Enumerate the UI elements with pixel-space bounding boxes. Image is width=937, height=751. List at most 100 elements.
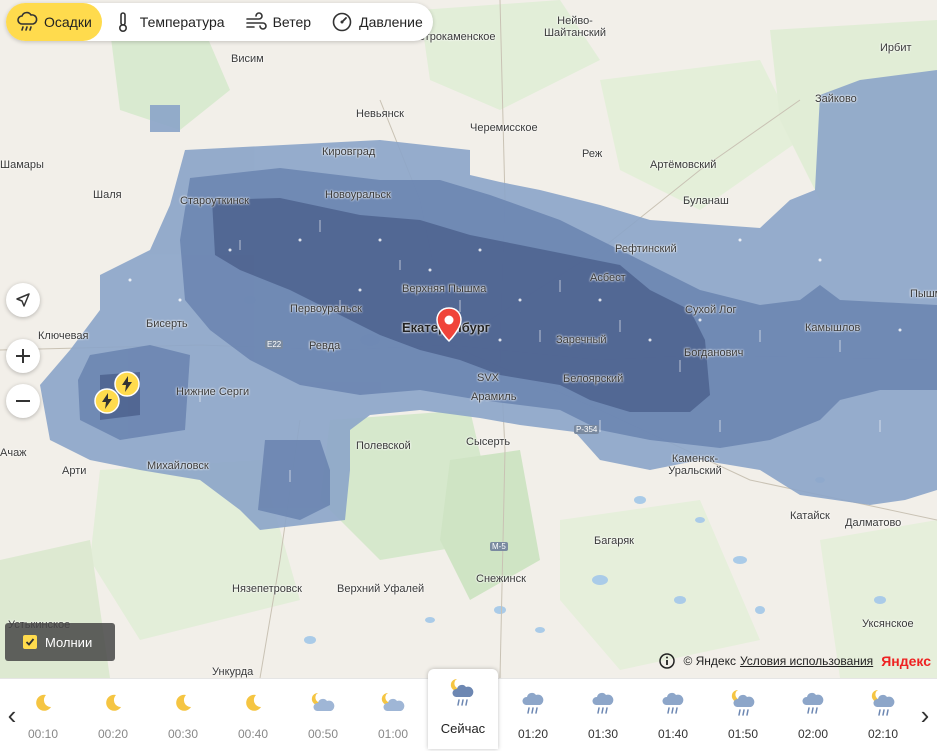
layer-pressure[interactable]: Давление: [321, 3, 433, 41]
place-label: Ключевая: [38, 330, 89, 342]
place-label: Нязепетровск: [232, 583, 302, 595]
place-label: Артёмовский: [650, 159, 717, 171]
timeline-slot[interactable]: 01:30: [568, 679, 638, 751]
yandex-logo: Яндекс: [881, 653, 931, 669]
place-label: Бисерть: [146, 318, 188, 330]
moon-icon: [242, 685, 264, 721]
road-label: E22: [265, 340, 284, 349]
lightning-bolt-icon: [94, 388, 120, 414]
place-label: Асбест: [590, 272, 626, 284]
minus-icon: [16, 400, 30, 402]
slot-time: 01:50: [727, 727, 759, 741]
place-label: Снежинск: [476, 573, 526, 585]
layer-label: Давление: [359, 14, 423, 30]
moon-cloud-icon: [379, 685, 407, 721]
rain-cloud-icon: [16, 11, 38, 33]
chevron-right-icon: ›: [920, 699, 930, 730]
zoom-out-button[interactable]: [6, 384, 40, 418]
timeline-slot[interactable]: 01:40: [638, 679, 708, 751]
place-label: Реж: [582, 148, 603, 160]
zoom-in-button[interactable]: [6, 339, 40, 373]
slot-time: 00:40: [237, 727, 269, 741]
place-label: Рефтинский: [615, 243, 677, 255]
slot-time: 01:00: [377, 727, 409, 741]
layer-label: Осадки: [44, 14, 92, 30]
location-pin-icon: [436, 307, 462, 343]
checkbox-checked-icon[interactable]: [23, 635, 37, 649]
slot-time: 00:20: [97, 727, 129, 741]
map-canvas: [0, 0, 937, 678]
place-label: Белоярский: [563, 373, 624, 385]
place-label: Верхняя Пышма: [402, 283, 487, 295]
slot-time: 02:00: [797, 727, 829, 741]
info-icon[interactable]: [659, 653, 676, 669]
place-label: Каменск-Уральский: [668, 453, 722, 477]
timeline-slot[interactable]: 00:40: [218, 679, 288, 751]
moon-cloud-rain-icon: [869, 685, 897, 721]
timeline-slot[interactable]: 01:50: [708, 679, 778, 751]
timeline-slot[interactable]: 01:20: [498, 679, 568, 751]
geolocation-button[interactable]: [6, 283, 40, 317]
place-label: Новоуральск: [325, 189, 391, 201]
place-label: Нижние Серги: [176, 386, 250, 398]
place-label: Первоуральск: [290, 303, 362, 315]
road-label: Р-354: [574, 425, 600, 434]
slot-time: 00:50: [307, 727, 339, 741]
layer-label: Ветер: [272, 14, 312, 30]
place-label: Зайково: [815, 93, 857, 105]
copyright-text: © Яндекс: [683, 654, 736, 668]
thermometer-icon: [112, 11, 134, 33]
moon-cloud-rain-icon: [448, 675, 478, 711]
slot-time: 01:20: [517, 727, 549, 741]
timeline-slot[interactable]: 01:00: [358, 679, 428, 751]
place-label: Полевской: [356, 440, 411, 452]
slot-time: 00:30: [167, 727, 199, 741]
place-label: Висим: [231, 53, 264, 65]
terms-link[interactable]: Условия использования: [740, 654, 873, 668]
slot-time: 01:40: [657, 727, 689, 741]
timeline-slot[interactable]: 00:10: [8, 679, 78, 751]
place-label: Буланаш: [683, 195, 729, 207]
place-label: Ревда: [309, 340, 341, 352]
place-label: Сухой Лог: [685, 304, 737, 316]
place-label: Шаля: [93, 189, 122, 201]
road-label: M-5: [490, 542, 508, 551]
timeline: ‹ 00:10 00:20 00:30 00:40 00:50 01:00 Се…: [0, 669, 937, 751]
moon-icon: [102, 685, 124, 721]
cloud-rain-icon: [519, 685, 547, 721]
moon-cloud-icon: [309, 685, 337, 721]
moon-icon: [172, 685, 194, 721]
lightning-toggle[interactable]: Молнии: [5, 623, 115, 661]
place-label: Арамиль: [471, 391, 517, 403]
weather-map[interactable]: Висим Невьянск Петрокаменское Нейво-Шайт…: [0, 0, 937, 678]
timeline-slot-now[interactable]: Сейчас: [428, 669, 498, 749]
timeline-slot[interactable]: 00:20: [78, 679, 148, 751]
place-label: Нейво-Шайтанский: [543, 15, 607, 39]
layer-label: Температура: [139, 14, 225, 30]
place-label: Далматово: [845, 517, 902, 529]
location-marker[interactable]: [435, 307, 463, 343]
slot-time: Сейчас: [440, 721, 486, 736]
place-label: Ункурда: [212, 666, 254, 678]
place-label: Ачаж: [0, 447, 27, 459]
plus-icon: [16, 349, 30, 363]
place-label: Уксянское: [862, 618, 914, 630]
timeline-next-button[interactable]: ›: [913, 679, 937, 751]
place-label: Камышлов: [805, 322, 861, 334]
timeline-slot[interactable]: 00:50: [288, 679, 358, 751]
layer-wind[interactable]: Ветер: [235, 3, 322, 41]
timeline-slot[interactable]: 02:10: [848, 679, 918, 751]
place-label: Михайловск: [147, 460, 209, 472]
lightning-marker[interactable]: [94, 388, 120, 414]
place-label: Пышма: [910, 288, 937, 300]
layer-temperature[interactable]: Температура: [102, 3, 235, 41]
slot-time: 02:10: [867, 727, 899, 741]
lightning-toggle-label: Молнии: [45, 634, 93, 650]
moon-icon: [32, 685, 54, 721]
layer-precipitation[interactable]: Осадки: [6, 3, 102, 41]
place-label: Заречный: [556, 334, 607, 346]
place-label: Богданович: [684, 347, 744, 359]
wind-icon: [245, 11, 267, 33]
timeline-slot[interactable]: 02:00: [778, 679, 848, 751]
timeline-slot[interactable]: 00:30: [148, 679, 218, 751]
